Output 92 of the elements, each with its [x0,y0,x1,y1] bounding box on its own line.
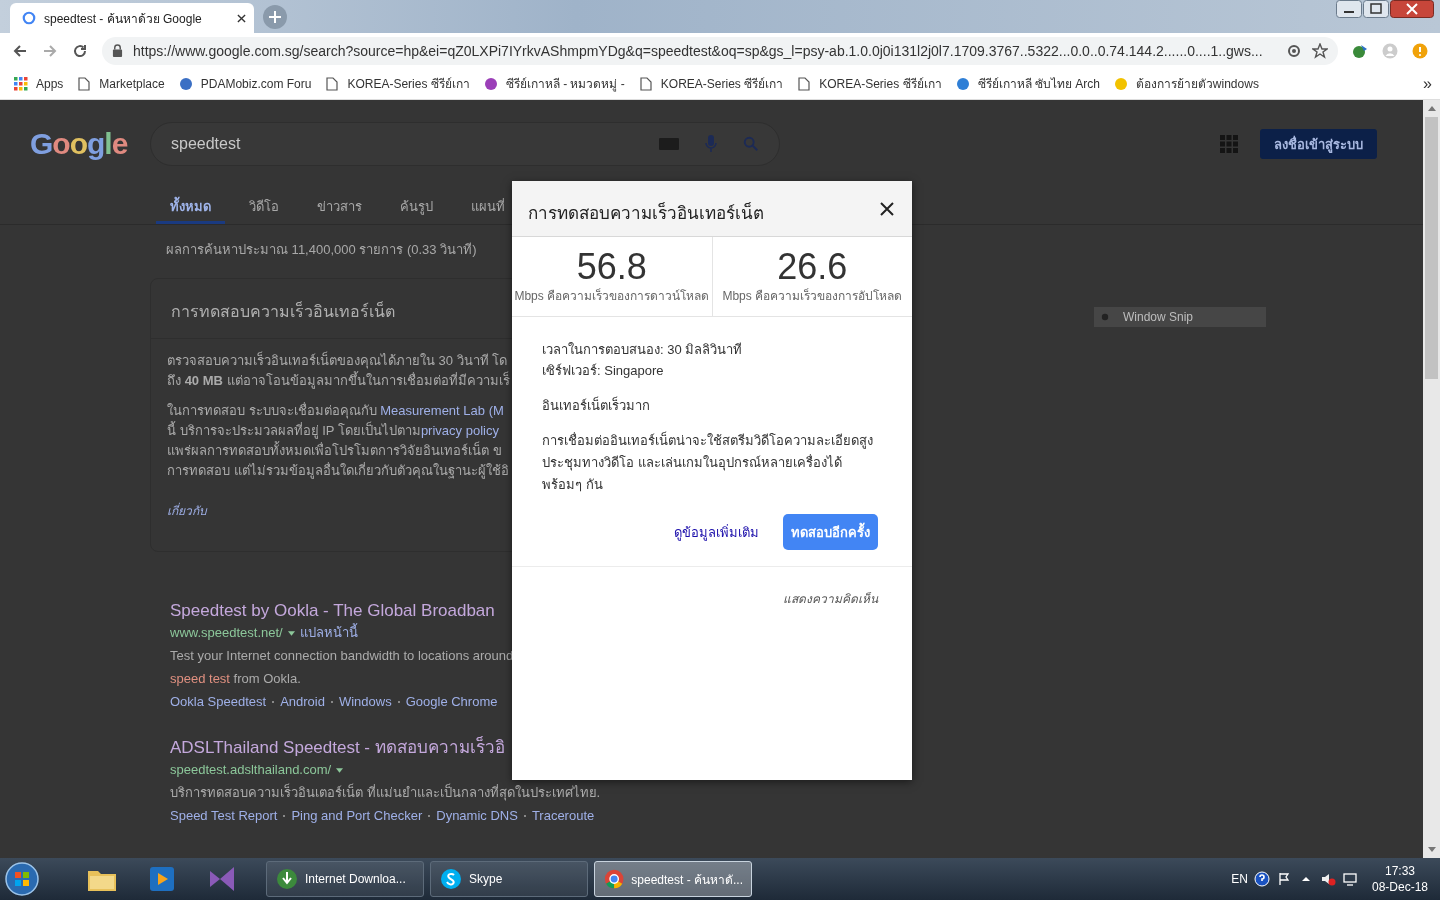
close-icon[interactable] [237,13,246,23]
bookmark[interactable]: KOREA-Series ซีรีย์เกา [638,74,784,93]
browser-tab[interactable]: speedtest - ค้นหาด้วย Google [10,3,254,33]
start-button-icon[interactable] [4,861,40,897]
taskbar-button[interactable]: Internet Downloa... [266,861,424,897]
location-icon[interactable] [1286,42,1302,59]
text-link[interactable]: privacy policy [420,423,499,438]
page-icon [77,76,92,91]
speed-caption: Mbps คือความเร็วของการดาวน์โหลด [514,287,710,305]
sitelink[interactable]: Ookla Speedtest [170,690,267,713]
sitelink[interactable]: Android [280,690,325,713]
back-icon[interactable] [12,42,28,59]
result-stats: ผลการค้นหาประมาณ 11,400,000 รายการ (0.33 วินาที) [165,241,478,259]
taskbar-button[interactable]: speedtest - ค้นหาดั... [594,861,752,897]
network-icon[interactable] [1341,871,1358,887]
server-text: เซิร์ฟเวอร์: Singapore [542,362,665,380]
sitelink[interactable]: Ping and Port Checker [291,804,423,827]
lock-icon [112,44,123,57]
bookmark[interactable]: PDAMobiz.com Foru [178,76,312,91]
search-tab[interactable]: ข่าวสาร [303,188,376,224]
scrollbar[interactable] [1423,100,1440,858]
taskbar-button[interactable]: Skype [430,861,588,897]
minimize-icon[interactable] [1336,0,1362,18]
help-icon[interactable] [1253,871,1270,887]
reload-icon[interactable] [72,42,88,59]
result-snippet: บริการทดสอบความเร็วอินเตอร์เน็ต ที่แม่นยำและเป็นกลางที่สุดในประเทศไทย. [170,782,601,803]
bookmark[interactable]: ต้องการย้ายตัวwindows [1113,74,1259,93]
close-icon[interactable] [880,201,894,216]
language-indicator[interactable]: EN [1231,872,1248,886]
sitelink[interactable]: Google Chrome [405,690,498,713]
result-title-link[interactable]: Speedtest by Ookla - The Global Broadban [170,600,495,622]
speed-caption: Mbps คือความเร็วของการอัปโหลด [722,287,903,305]
feedback-link[interactable]: แสดงความคิดเห็น [783,592,878,606]
speed-value: 26.6 [777,248,848,286]
sitelink[interactable]: Dynamic DNS [436,804,518,827]
new-tab-icon[interactable] [262,4,288,30]
sign-in-button[interactable]: ลงชื่อเข้าสู่ระบบ [1260,129,1377,159]
result-title-link[interactable]: ADSLThailand Speedtest - ทดสอบความเร็วอิ [170,737,505,759]
chrome-icon [603,867,626,891]
download-manager-icon [275,867,299,891]
result-snippet: speed test from Ookla. [170,670,301,688]
latency-text: เวลาในการตอบสนอง: 30 มิลลิวินาที [542,341,744,359]
search-tab[interactable]: ทั้งหมด [156,188,225,224]
scroll-thumb[interactable] [1425,117,1438,379]
page-icon [638,76,653,91]
apps-grid-icon [14,76,28,91]
address-bar[interactable]: https://www.google.com.sg/search?source=hp&ei=qZ0LXPi7IYrkvAShmpmYDg&q=speedtest&oq=sp&gs_l=psy-ab.1.0.0j0i131l2j0l7.1709.3767..5322...0.0..0.74.144.2......0....1..gws... [102,36,1338,65]
search-tab[interactable]: ค้นรูป [386,188,447,224]
search-tab[interactable]: วิดีโอ [235,188,293,224]
maximize-icon[interactable] [1363,0,1389,18]
dialog-title: การทดสอบความเร็วอินเทอร์เน็ต [528,201,765,225]
card-text-line: แพร่ผลการทดสอบทั้งหมดเพื่อโปรโมตการวิจัยอินเทอร์เน็ต ข [167,441,502,460]
bookmark[interactable]: ซีรีย์เกาหลี - หมวดหมู่ - [483,74,625,93]
card-text-line: นี้ บริการจะประมวลผลที่อยู่ IP โดยเป็นไปตามprivacy policy [167,421,499,441]
sitelink[interactable]: Speed Test Report [170,804,278,827]
clock-date[interactable]: 08-Dec-18 [1371,879,1428,895]
more-bookmarks-button[interactable]: » [1423,74,1432,93]
star-icon[interactable] [1312,42,1328,59]
result-url: speedtest.adslthailand.com/ [170,761,332,779]
translate-link[interactable]: แปลหน้านี้ [299,622,358,644]
bookmark[interactable]: Marketplace [77,76,165,91]
page-icon [325,76,340,91]
bookmark[interactable]: KOREA-Series ซีรีย์เกา [797,74,942,93]
sitelink[interactable]: Traceroute [531,804,595,827]
tab-title: speedtest - ค้นหาด้วย Google [44,10,203,28]
card-text-line: ถึง 40 MB แต่อาจโอนข้อมูลมากขึ้นในการเชื่อมต่อที่มีความเร็ [167,371,510,391]
card-text-line: การทดสอบ แต่ไม่รวมข้อมูลอื่นใดเกี่ยวกับตัวคุณในฐานะผู้ใช้อิ [167,461,509,481]
result-snippet: Test your Internet connection bandwidth to locations around [170,647,514,665]
page-icon [797,76,812,91]
window-snip-widget[interactable]: Window Snip [1094,307,1266,327]
caret-icon[interactable] [336,767,344,773]
bookmark[interactable]: Apps [14,76,64,91]
bookmark[interactable]: KOREA-Series ซีรีย์เกา [325,74,470,93]
scroll-up-icon[interactable] [1427,106,1436,111]
close-icon[interactable] [1390,0,1434,18]
bookmark[interactable]: ซีรีย์เกาหลี ซับไทย Arch [955,74,1100,93]
sitelink[interactable]: Windows [338,690,392,713]
skype-icon [439,867,463,891]
result-url: www.speedtest.net/ [170,624,283,642]
scroll-down-icon[interactable] [1427,847,1436,852]
card-text-line: ตรวจสอบความเร็วอินเทอร์เน็ตของคุณได้ภายใน 30 วินาที โด [167,351,508,371]
google-logo[interactable]: Google [30,127,150,161]
clock-time[interactable]: 17:33 [1384,863,1415,879]
text-link[interactable]: Measurement Lab (M [380,403,504,418]
about-link[interactable]: เกี่ยวกับ [167,501,207,520]
learn-more-link[interactable]: ดูข้อมูลเพิ่มเติม [674,521,759,543]
card-text-line: ในการทดสอบ ระบบจะเชื่อมต่อคุณกับ Measurement Lab (M [167,401,504,421]
verdict-text: อินเทอร์เน็ตเร็วมาก [542,395,651,415]
caret-icon[interactable] [287,630,295,636]
muted-speaker-icon[interactable] [1319,871,1336,887]
test-again-button[interactable]: ทดสอบอีกครั้ง [783,514,878,550]
description-text: การเชื่อมต่ออินเทอร์เน็ตน่าจะใช้สตรีมวิดีโอความละเอียดสูง ประชุมทางวิดีโอ และเล่นเกมในอุปกรณ์หลายเครื่องได้พร้อมๆ กัน [542,430,874,494]
